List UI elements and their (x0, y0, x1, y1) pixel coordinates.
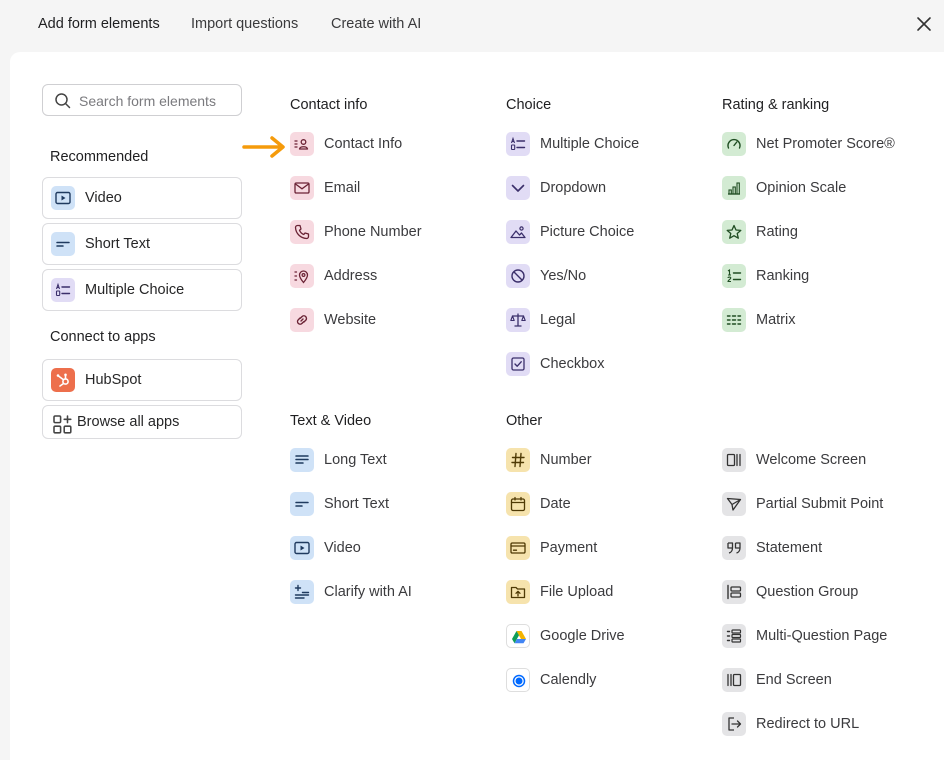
element-label: Multi-Question Page (756, 628, 888, 644)
element-label: Clarify with AI (324, 584, 412, 600)
element-label: End Screen (756, 672, 832, 688)
app-hubspot[interactable]: HubSpot (42, 359, 242, 401)
element-label: Statement (756, 540, 823, 556)
element-label: Email (324, 180, 361, 196)
redirect-icon (722, 712, 746, 736)
short-text-icon (290, 492, 314, 516)
long-text-icon (290, 448, 314, 472)
element-label: Welcome Screen (756, 452, 867, 468)
bar-scale-icon (722, 176, 746, 200)
app-label: HubSpot (85, 372, 142, 388)
element-label: Rating (756, 224, 798, 240)
section-heading-rating-ranking: Rating & ranking (722, 97, 830, 113)
highlight-arrow-icon (242, 136, 285, 158)
element-label: Opinion Scale (756, 180, 847, 196)
quote-icon (722, 536, 746, 560)
send-icon (722, 492, 746, 516)
yes-no-icon (506, 264, 530, 288)
elements-panel: Recommended Video Short Text Multiple Ch… (10, 52, 944, 760)
location-pin-icon (290, 264, 314, 288)
google-drive-icon (506, 624, 530, 648)
element-label: Partial Submit Point (756, 496, 884, 512)
recommended-label: Multiple Choice (85, 282, 185, 298)
multiple-choice-icon (51, 278, 75, 302)
element-label: Date (540, 496, 571, 512)
recommended-label: Short Text (85, 236, 151, 252)
element-label: Contact Info (324, 136, 403, 152)
question-group-icon (722, 580, 746, 604)
element-label: Short Text (324, 496, 390, 512)
element-label: Dropdown (540, 180, 607, 196)
star-icon (722, 220, 746, 244)
short-text-icon (51, 232, 75, 256)
element-label: Net Promoter Score® (756, 136, 895, 152)
video-icon (290, 536, 314, 560)
element-label: Multiple Choice (540, 136, 640, 152)
tab-create-with-ai[interactable]: Create with AI (331, 16, 421, 32)
section-heading-text-video: Text & Video (290, 413, 372, 429)
picture-icon (506, 220, 530, 244)
element-label: Phone Number (324, 224, 422, 240)
ranking-icon (722, 264, 746, 288)
calendly-icon (506, 668, 530, 692)
section-heading-other: Other (506, 413, 543, 429)
search-box[interactable] (42, 84, 242, 116)
app-label: Browse all apps (77, 414, 180, 430)
connect-apps-heading: Connect to apps (50, 329, 156, 345)
end-screen-icon (722, 668, 746, 692)
search-icon (55, 93, 71, 109)
element-label: Checkbox (540, 356, 605, 372)
matrix-icon (722, 308, 746, 332)
multiple-choice-icon (506, 132, 530, 156)
element-label: Address (324, 268, 378, 284)
phone-icon (290, 220, 314, 244)
element-label: Website (324, 312, 377, 328)
section-heading-choice: Choice (506, 97, 552, 113)
tab-add-form-elements[interactable]: Add form elements (38, 16, 160, 32)
top-tabs: Add form elements Import questions Creat… (0, 0, 944, 50)
element-label: Number (540, 452, 592, 468)
close-icon[interactable] (914, 14, 934, 34)
clarify-ai-icon (290, 580, 314, 604)
element-label: Picture Choice (540, 224, 635, 240)
element-label: File Upload (540, 584, 614, 600)
recommended-label: Video (85, 190, 122, 206)
envelope-icon (290, 176, 314, 200)
recommended-video[interactable]: Video (42, 177, 242, 219)
checkbox-icon (506, 352, 530, 376)
element-label: Legal (540, 312, 576, 328)
tab-import-questions[interactable]: Import questions (191, 16, 298, 32)
video-icon (51, 186, 75, 210)
section-heading-contact-info: Contact info (290, 97, 368, 113)
element-label: Question Group (756, 584, 859, 600)
element-label: Yes/No (540, 268, 587, 284)
element-label: Video (324, 540, 361, 556)
recommended-heading: Recommended (50, 149, 149, 165)
recommended-multiple-choice[interactable]: Multiple Choice (42, 269, 242, 311)
element-label: Payment (540, 540, 598, 556)
contact-card-icon (290, 132, 314, 156)
link-icon (290, 308, 314, 332)
welcome-screen-icon (722, 448, 746, 472)
hash-icon (506, 448, 530, 472)
credit-card-icon (506, 536, 530, 560)
element-label: Matrix (756, 312, 796, 328)
chevron-down-icon (506, 176, 530, 200)
search-input[interactable] (79, 91, 234, 111)
scales-icon (506, 308, 530, 332)
element-label: Google Drive (540, 628, 625, 644)
element-label: Long Text (324, 452, 387, 468)
upload-icon (506, 580, 530, 604)
apps-grid-icon (51, 413, 72, 434)
hubspot-icon (51, 368, 75, 392)
recommended-short-text[interactable]: Short Text (42, 223, 242, 265)
browse-all-apps[interactable]: Browse all apps (42, 405, 242, 439)
calendar-icon (506, 492, 530, 516)
element-label: Ranking (756, 268, 810, 284)
element-label: Calendly (540, 672, 597, 688)
gauge-icon (722, 132, 746, 156)
element-label: Redirect to URL (756, 716, 860, 732)
multi-question-icon (722, 624, 746, 648)
